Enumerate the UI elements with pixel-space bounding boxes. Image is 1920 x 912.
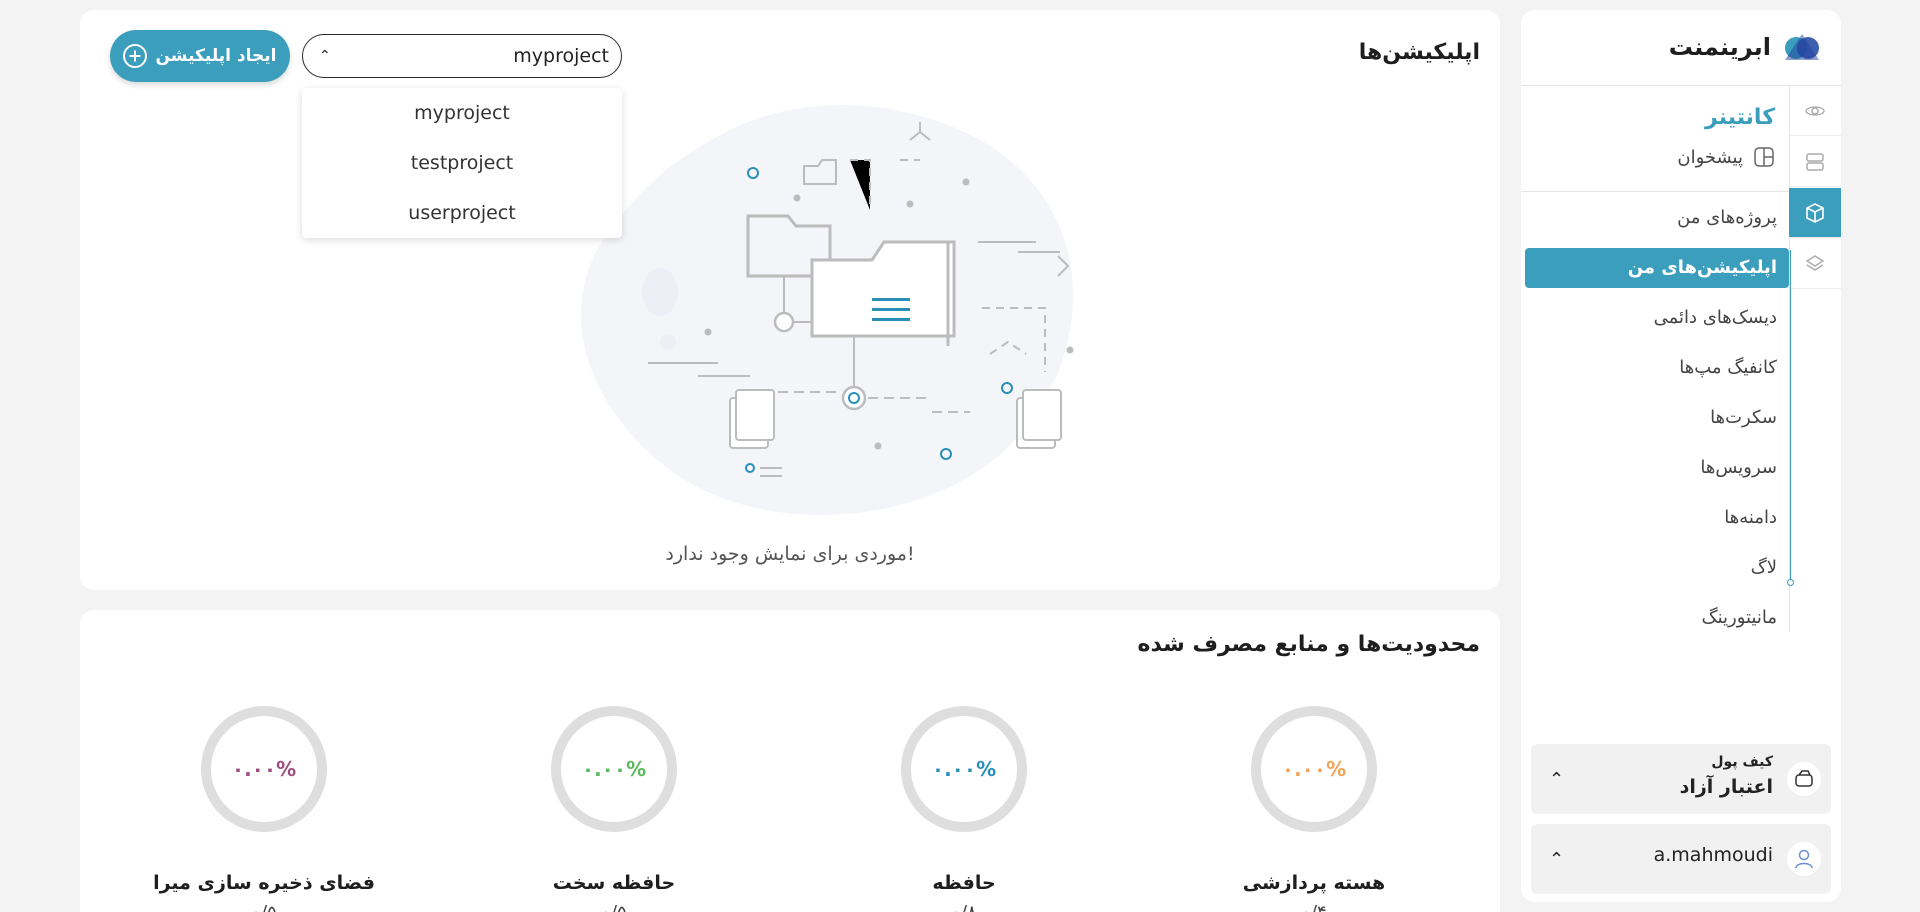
chevron-up-icon[interactable]: ⌃: [1549, 769, 1564, 790]
disk-label: حافظه سخت: [552, 872, 676, 894]
wallet-value: اعتبار آزاد: [1679, 776, 1773, 798]
sidebar-item-monitoring[interactable]: مانیتورینگ: [1525, 598, 1789, 638]
chevron-up-icon[interactable]: ⌃: [1549, 849, 1564, 870]
memory-label: حافظه: [932, 872, 996, 894]
cpu-label: هسته پردازشی: [1242, 872, 1386, 894]
empty-state-illustration: [550, 90, 1120, 540]
ephemeral-storage-gauge: ۰.۰۰%: [201, 706, 327, 832]
disk-gauge: ۰.۰۰%: [551, 706, 677, 832]
plus-circle-icon: [123, 44, 148, 68]
dropdown-option-userproject[interactable]: userproject: [302, 188, 622, 238]
project-dropdown-menu: myproject testproject userproject: [302, 88, 622, 238]
brand-logo-icon: [1785, 34, 1819, 60]
page-title: اپلیکیشن‌ها: [1358, 40, 1480, 65]
rail-container-button[interactable]: [1789, 86, 1841, 136]
rail-indicator: [1787, 250, 1794, 586]
dropdown-option-myproject[interactable]: myproject: [302, 88, 622, 138]
wallet-title: کیف پول: [1711, 754, 1773, 770]
dropdown-option-testproject[interactable]: testproject: [302, 138, 622, 188]
container-orbit-icon: [1805, 105, 1825, 116]
layers-icon: [1805, 254, 1825, 271]
rail-layers-button[interactable]: [1789, 239, 1841, 289]
user-icon: [1795, 849, 1813, 869]
rail-server-button[interactable]: [1789, 137, 1841, 187]
dashboard-icon: [1754, 147, 1774, 167]
sidebar-item-secrets[interactable]: سکرت‌ها: [1525, 398, 1789, 438]
memory-gauge: ۰.۰۰%: [901, 706, 1027, 832]
memory-percentage: ۰.۰۰%: [931, 757, 997, 781]
usage-panel: محدودیت‌ها و منابع مصرف شده ۰.۰۰% هسته پ…: [80, 610, 1500, 912]
memory-usage: ۰/۸: [814, 902, 1114, 912]
sidebar-nav: پروژه‌های من اپلیکیشن‌های من دیسک‌های دا…: [1525, 198, 1789, 648]
cpu-usage: ۰/۴: [1164, 902, 1464, 912]
server-icon: [1806, 152, 1824, 171]
wallet-icon: [1795, 770, 1813, 787]
ephemeral-storage-label: فضای ذخیره سازی میرا: [153, 872, 375, 894]
user-card[interactable]: a.mahmoudi ⌃: [1531, 824, 1831, 894]
ephemeral-storage-usage: ۰/۵: [114, 902, 414, 912]
usage-title: محدودیت‌ها و منابع مصرف شده: [1137, 632, 1480, 657]
sidebar-item-persistent-disks[interactable]: دیسک‌های دائمی: [1525, 298, 1789, 338]
sidebar-item-applications[interactable]: اپلیکیشن‌های من: [1525, 248, 1789, 288]
project-select[interactable]: ⌃ myproject: [302, 34, 622, 78]
sidebar-item-log[interactable]: لاگ: [1525, 548, 1789, 588]
cube-icon: [1806, 202, 1824, 223]
sidebar: ابرینمنت کانتینر پیشخوان پروژه‌های من: [1521, 10, 1841, 902]
cpu-gauge: ۰.۰۰%: [1251, 706, 1377, 832]
ephemeral-storage-percentage: ۰.۰۰%: [231, 757, 297, 781]
menu-header: کانتینر پیشخوان: [1525, 90, 1775, 174]
sidebar-item-projects[interactable]: پروژه‌های من: [1525, 198, 1789, 238]
section-title: کانتینر: [1705, 105, 1775, 130]
brand-name: ابرینمنت: [1668, 33, 1771, 61]
dashboard-label: پیشخوان: [1677, 146, 1743, 168]
applications-panel: اپلیکیشن‌ها ایجاد اپلیکیشن ⌃ myproject: [80, 10, 1500, 590]
avatar: [1787, 842, 1821, 876]
disk-usage: ۰/۵: [464, 902, 764, 912]
wallet-icon-wrap: [1787, 762, 1821, 796]
wallet-card[interactable]: کیف پول اعتبار آزاد ⌃: [1531, 744, 1831, 814]
create-application-label: ایجاد اپلیکیشن: [155, 46, 277, 66]
empty-folder-illustration: [581, 105, 1074, 516]
sidebar-item-domains[interactable]: دامنه‌ها: [1525, 498, 1789, 538]
empty-state-message: موردی برای نمایش وجود ندارد!: [665, 543, 915, 565]
brand[interactable]: ابرینمنت: [1669, 30, 1823, 64]
disk-percentage: ۰.۰۰%: [581, 757, 647, 781]
icon-rail: [1789, 86, 1841, 632]
rail-box-button[interactable]: [1789, 188, 1841, 238]
create-application-button[interactable]: ایجاد اپلیکیشن: [110, 30, 290, 82]
project-select-value: myproject: [513, 45, 609, 67]
username: a.mahmoudi: [1653, 844, 1773, 866]
sidebar-item-services[interactable]: سرویس‌ها: [1525, 448, 1789, 488]
chevron-up-icon: ⌃: [319, 48, 331, 64]
sidebar-item-config-maps[interactable]: کانفیگ مپ‌ها: [1525, 348, 1789, 388]
dashboard-link[interactable]: پیشخوان: [1525, 140, 1775, 174]
cpu-percentage: ۰.۰۰%: [1281, 757, 1347, 781]
menu-divider: [1521, 191, 1789, 192]
